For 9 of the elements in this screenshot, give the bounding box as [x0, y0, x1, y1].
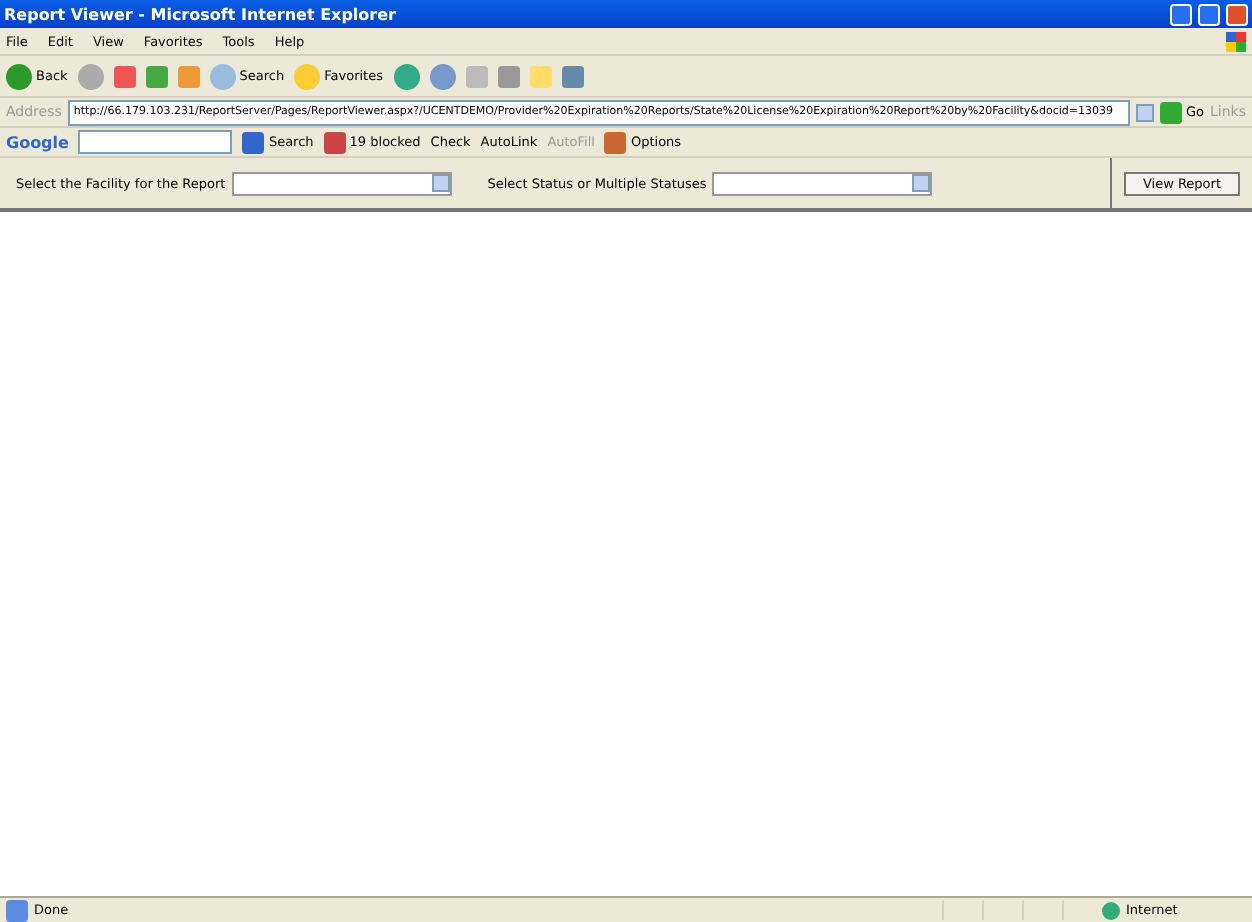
close-button[interactable] — [1226, 3, 1248, 25]
restore-button[interactable] — [1198, 3, 1220, 25]
windows-logo-icon — [1226, 31, 1246, 51]
window-title: Report Viewer - Microsoft Internet Explorer — [4, 5, 398, 23]
google-search-field[interactable] — [78, 130, 233, 154]
minimize-button[interactable] — [1170, 3, 1192, 25]
parameter-dropdown[interactable] — [231, 171, 452, 195]
google-logo[interactable]: Google — [6, 133, 69, 151]
parameter-dropdown[interactable] — [712, 171, 933, 195]
